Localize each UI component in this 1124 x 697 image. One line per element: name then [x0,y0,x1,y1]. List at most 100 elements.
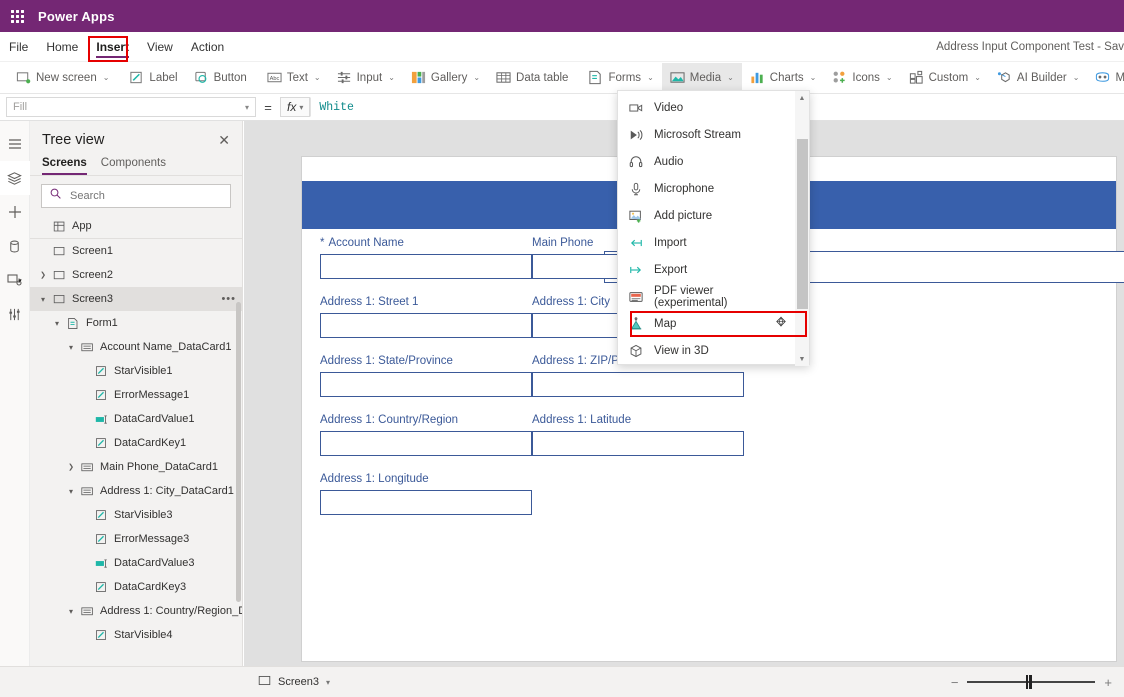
tree-node-address-1-city-datacard1[interactable]: ▾ Address 1: City_DataCard1 [30,479,242,503]
tree-view-icon[interactable] [0,161,30,195]
tree-node-label: Main Phone_DataCard1 [100,461,219,473]
form-field-input[interactable] [532,431,744,456]
ribbon-custom[interactable]: Custom ⌄ [901,63,989,93]
tree-node-form1[interactable]: ▾ Form1 [30,311,242,335]
ribbon-media[interactable]: Media ⌄ [661,62,742,93]
tree-node-label: ErrorMessage1 [114,389,190,401]
dropdown-scrollbar[interactable]: ▲ ▼ [795,91,809,366]
custom-icon [909,70,924,85]
ribbon-label[interactable]: Label [121,63,185,93]
ribbon-forms[interactable]: Forms ⌄ [580,63,661,93]
tree-node-starvisible1[interactable]: StarVisible1 [30,359,242,383]
menu-item-action[interactable]: Action [182,32,233,62]
form-field-input[interactable] [320,254,532,279]
form-field-input[interactable] [320,372,532,397]
tree-node-more-icon[interactable]: ••• [221,293,236,305]
menu-item-label: Video [654,101,684,114]
menu-item-audio[interactable]: Audio [618,148,797,175]
data-icon[interactable] [0,229,30,263]
chevron-right-icon[interactable]: ❯ [36,271,50,279]
menu-item-insert[interactable]: Insert [87,32,138,62]
ribbon-charts[interactable]: Charts ⌄ [742,63,825,93]
menu-item-microphone[interactable]: Microphone [618,175,797,202]
tree-node-screen1[interactable]: Screen1 [30,239,242,263]
ribbon-data-table[interactable]: Data table [488,63,576,93]
chevron-down-icon[interactable]: ▾ [64,487,78,496]
ribbon-text[interactable]: Abc Text ⌄ [259,63,329,93]
screen-selector-label: Screen3 [278,676,319,688]
chevron-down-icon[interactable]: ▾ [50,319,64,328]
menu-item-pdf-viewer-experimental[interactable]: PDF viewer (experimental) [618,283,797,310]
menu-item-import[interactable]: Import [618,229,797,256]
form-field-input[interactable] [532,372,744,397]
media-dropdown-menu[interactable]: Video Microsoft Stream Audio Microphone Add … [617,90,810,366]
menu-item-video[interactable]: Video [618,94,797,121]
ribbon-mixed-reality[interactable]: Mixed Reality ⌄ [1087,63,1124,93]
tree-node-account-name-datacard1[interactable]: ▾ Account Name_DataCard1 [30,335,242,359]
property-selector[interactable]: Fill ▾ [6,97,256,117]
menu-item-add-picture[interactable]: Add picture [618,202,797,229]
fx-button[interactable]: fx ▾ [280,97,311,117]
search-box[interactable] [41,184,231,208]
media-icon[interactable] [0,263,30,297]
menu-item-map[interactable]: Map [618,310,797,337]
ribbon-new-screen[interactable]: New screen ⌄ [8,63,117,93]
screen-selector[interactable]: Screen3 ▾ [0,674,330,690]
tree-node-errormessage3[interactable]: ErrorMessage3 [30,527,242,551]
menu-item-label: Export [654,263,688,276]
waffle-icon[interactable] [0,9,34,23]
scroll-up-icon[interactable]: ▲ [795,91,809,105]
chevron-right-icon[interactable]: ❯ [64,463,78,471]
tree-node-datacardvalue3[interactable]: DataCardValue3 [30,551,242,575]
close-icon[interactable]: ✕ [218,133,230,147]
scrollbar-thumb[interactable] [797,139,808,309]
zoom-in-button[interactable]: + [1104,676,1112,689]
menu-item-file[interactable]: File [0,32,37,62]
tree-view-scrollbar[interactable] [236,302,241,602]
zoom-out-button[interactable]: − [951,676,959,689]
ribbon-ai-builder[interactable]: AI Builder ⌄ [989,63,1088,93]
tree-view-header: Tree view ✕ [30,121,242,154]
chevron-down-icon: ▾ [244,102,249,112]
menu-item-view-in-3d[interactable]: View in 3D [618,337,797,364]
form-field-input[interactable] [320,431,532,456]
tree-node-errormessage1[interactable]: ErrorMessage1 [30,383,242,407]
advanced-icon[interactable] [0,297,30,331]
zoom-control: − + [951,675,1124,689]
tree-node-datacardkey3[interactable]: DataCardKey3 [30,575,242,599]
ribbon-gallery[interactable]: Gallery ⌄ [403,63,488,93]
chevron-down-icon[interactable]: ▾ [36,295,50,304]
tab-components[interactable]: Components [101,154,166,175]
form-field-input[interactable] [320,313,532,338]
search-input[interactable] [68,189,223,203]
chevron-down-icon[interactable]: ▾ [64,343,78,352]
tree-node-address-1-country-region-datacard[interactable]: ▾ Address 1: Country/Region_DataCard [30,599,242,623]
form-field-input[interactable] [320,490,532,515]
tab-screens[interactable]: Screens [42,154,87,175]
tree-view-node-list[interactable]: App Screen1 ❯ Screen2 ▾ Screen3 ••• ▾ Form1 ▾ Acco… [30,214,242,644]
zoom-slider[interactable] [967,675,1096,689]
tree-node-screen2[interactable]: ❯ Screen2 [30,263,242,287]
ribbon-button[interactable]: Button [186,63,255,93]
tree-node-datacardkey1[interactable]: DataCardKey1 [30,431,242,455]
tree-node-app[interactable]: App [30,214,242,239]
tree-node-main-phone-datacard1[interactable]: ❯ Main Phone_DataCard1 [30,455,242,479]
menu-item-export[interactable]: Export [618,256,797,283]
ribbon-input[interactable]: Input ⌄ [329,63,403,93]
menu-item-home[interactable]: Home [37,32,87,62]
menu-item-microsoft-stream[interactable]: Microsoft Stream [618,121,797,148]
tree-node-screen3[interactable]: ▾ Screen3 ••• [30,287,242,311]
tree-node-starvisible4[interactable]: StarVisible4 [30,623,242,644]
menu-item-view[interactable]: View [138,32,182,62]
stream-icon [628,128,644,142]
tree-node-starvisible3[interactable]: StarVisible3 [30,503,242,527]
insert-icon[interactable] [0,195,30,229]
ribbon-button-label: Button [213,71,247,84]
hamburger-menu-icon[interactable] [0,127,30,161]
chevron-down-icon[interactable]: ▾ [64,607,78,616]
form-field-label-wrap: Address 1: Latitude [532,414,744,426]
ribbon-icons[interactable]: Icons ⌄ [824,63,900,93]
zoom-slider-thumb[interactable] [1026,675,1033,689]
scroll-down-icon[interactable]: ▼ [795,352,809,366]
tree-node-datacardvalue1[interactable]: DataCardValue1 [30,407,242,431]
